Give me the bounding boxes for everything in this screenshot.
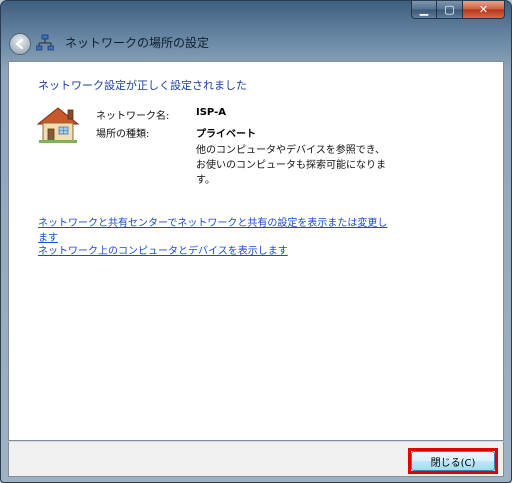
view-network-computers-link[interactable]: ネットワーク上のコンピュータとデバイスを表示します — [38, 244, 288, 259]
location-type-label: 場所の種類: — [96, 129, 150, 140]
status-heading: ネットワーク設定が正しく設定されました — [38, 79, 247, 92]
description-line-1: 他のコンピュータやデバイスを参照でき、 — [196, 145, 385, 156]
network-name-label: ネットワーク名: — [96, 111, 170, 122]
network-name-value: ISP-A — [196, 107, 226, 118]
sharing-center-link-line-1[interactable]: ネットワークと共有センターでネットワークと共有の設定を表示または変更し — [38, 216, 387, 231]
description-line-2: お使いのコンピュータも探索可能になりま — [196, 160, 386, 171]
network-icon — [36, 34, 54, 51]
content-panel: ネットワーク設定が正しく設定されました ネットワーク名: ISP-A 場所の種類… — [8, 61, 504, 441]
window-title: ネットワークの場所の設定 — [65, 36, 210, 50]
close-window-button[interactable]: ✕ — [463, 1, 505, 19]
close-button[interactable]: 閉じる(C) — [411, 451, 495, 471]
sharing-center-link[interactable]: ネットワークと共有センターでネットワークと共有の設定を表示または変更し ます — [38, 216, 387, 246]
location-type-value: プライベート — [196, 129, 256, 140]
description-line-3: す。 — [196, 175, 215, 186]
minimize-button[interactable]: ▁ — [411, 1, 437, 19]
back-arrow-icon — [15, 38, 24, 50]
home-icon — [36, 107, 80, 143]
title-bar: ▁ ▢ ✕ ネットワークの場所の設定 — [1, 1, 511, 61]
dialog-window: ▁ ▢ ✕ ネットワークの場所の設定 ネットワーク設定が正しく設定されました ネ… — [0, 0, 512, 483]
caption-buttons: ▁ ▢ ✕ — [411, 1, 505, 19]
back-button[interactable] — [9, 33, 31, 55]
location-description: 他のコンピュータやデバイスを参照でき、 お使いのコンピュータも探索可能になりま … — [196, 143, 406, 188]
maximize-button[interactable]: ▢ — [437, 1, 463, 19]
